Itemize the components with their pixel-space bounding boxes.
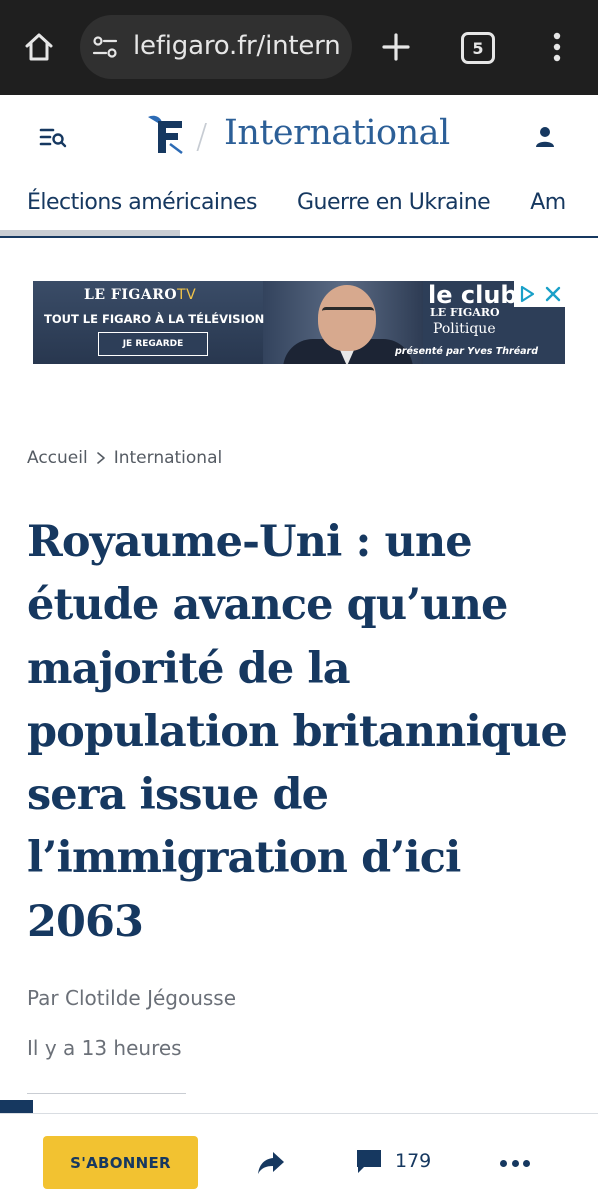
new-tab-button[interactable] bbox=[376, 26, 416, 68]
more-dot bbox=[523, 1159, 530, 1167]
chevron-right-icon bbox=[96, 452, 105, 464]
article-byline[interactable]: Par Clotilde Jégousse bbox=[27, 986, 236, 1010]
le-figaro-logo[interactable] bbox=[146, 113, 186, 157]
nav-divider bbox=[0, 236, 598, 238]
reading-progress-marker bbox=[0, 1100, 33, 1114]
site-settings-icon[interactable] bbox=[92, 34, 118, 60]
nav-item-truncated[interactable]: Am bbox=[530, 190, 566, 215]
article-timestamp: Il y a 13 heures bbox=[27, 1036, 182, 1060]
ad-banner[interactable]: LE FIGAROTV TOUT LE FIGARO À LA TÉLÉVISI… bbox=[33, 281, 565, 364]
url-text[interactable]: lefigaro.fr/intern bbox=[133, 31, 341, 61]
nav-item-elections[interactable]: Élections américaines bbox=[27, 190, 257, 215]
close-icon[interactable] bbox=[545, 286, 561, 302]
section-nav: Élections américaines Guerre en Ukraine … bbox=[0, 180, 598, 240]
ad-person-glasses bbox=[322, 307, 374, 319]
site-header: / International bbox=[0, 95, 598, 180]
comment-icon bbox=[357, 1150, 381, 1173]
article-action-bar: S'ABONNER 179 bbox=[0, 1113, 598, 1200]
adchoices-icon[interactable] bbox=[518, 285, 536, 303]
comments-button[interactable]: 179 bbox=[355, 1148, 431, 1174]
tabs-count: 5 bbox=[472, 38, 484, 58]
browser-toolbar: lefigaro.fr/intern 5 bbox=[0, 0, 598, 95]
more-dot bbox=[500, 1159, 507, 1167]
article-headline: Royaume-Uni : une étude avance qu’une ma… bbox=[27, 517, 568, 947]
section-title[interactable]: International bbox=[224, 113, 450, 153]
tabs-button[interactable]: 5 bbox=[461, 32, 495, 64]
ad-club-title: le club bbox=[428, 281, 518, 309]
browser-menu-button[interactable] bbox=[543, 26, 571, 68]
meta-divider bbox=[27, 1093, 186, 1094]
breadcrumb-section[interactable]: International bbox=[114, 448, 223, 468]
ad-brand-tv: TV bbox=[177, 287, 197, 303]
ad-choices[interactable] bbox=[514, 281, 565, 307]
header-separator: / bbox=[196, 117, 208, 157]
ad-cta-button[interactable]: JE REGARDE bbox=[98, 332, 208, 356]
subscribe-button[interactable]: S'ABONNER bbox=[43, 1136, 198, 1189]
share-icon[interactable] bbox=[256, 1149, 286, 1177]
more-horiz-icon[interactable] bbox=[500, 1157, 530, 1169]
more-vert-icon bbox=[553, 32, 561, 62]
search-menu-icon[interactable] bbox=[38, 123, 68, 151]
ad-club-brand: LE FIGARO bbox=[430, 306, 500, 319]
home-button[interactable] bbox=[18, 26, 60, 68]
plus-icon bbox=[382, 33, 410, 61]
comments-count: 179 bbox=[395, 1150, 432, 1172]
address-bar[interactable]: lefigaro.fr/intern bbox=[80, 15, 352, 79]
more-dot bbox=[511, 1159, 519, 1167]
nav-scroll-indicator bbox=[0, 230, 180, 236]
account-icon[interactable] bbox=[531, 123, 559, 151]
home-icon bbox=[25, 33, 53, 61]
ad-club-host: présenté par Yves Thréard bbox=[395, 346, 539, 357]
ad-club-section: Politique bbox=[433, 321, 496, 337]
nav-item-ukraine[interactable]: Guerre en Ukraine bbox=[297, 190, 491, 215]
breadcrumb: Accueil International bbox=[27, 448, 222, 468]
breadcrumb-home[interactable]: Accueil bbox=[27, 448, 88, 468]
ad-brand: LE FIGAROTV bbox=[84, 287, 197, 303]
ad-tagline: TOUT LE FIGARO À LA TÉLÉVISION bbox=[44, 312, 265, 326]
